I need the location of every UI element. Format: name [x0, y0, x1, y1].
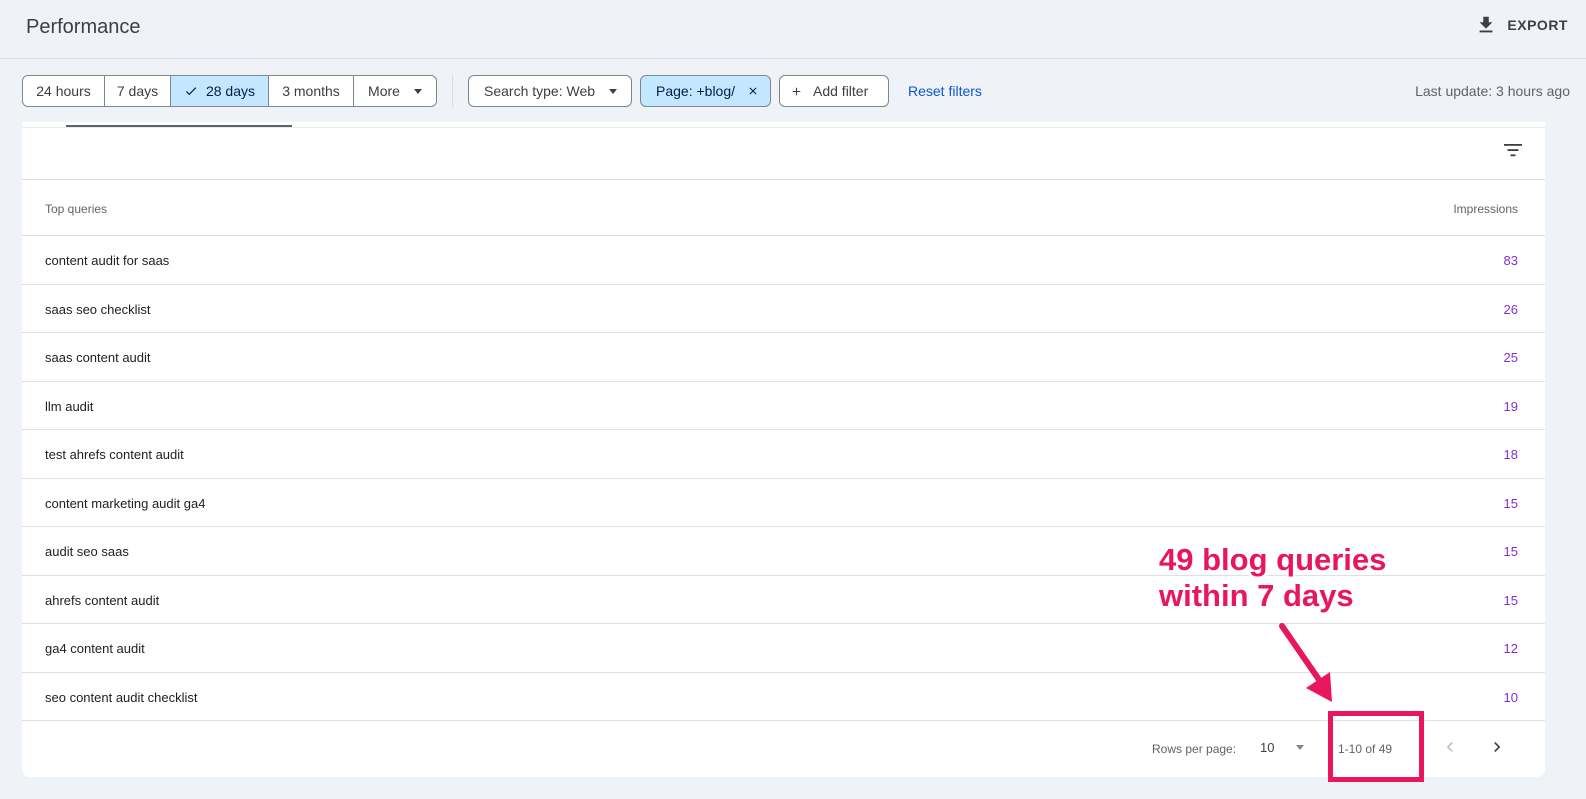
page-title: Performance [26, 16, 141, 38]
table-row[interactable]: saas content audit 25 [22, 333, 1545, 382]
table-header: Top queries Impressions [22, 179, 1545, 236]
plus-icon [792, 87, 801, 95]
query-cell: seo content audit checklist [45, 689, 198, 705]
export-button[interactable]: EXPORT [1475, 14, 1568, 36]
filter-bar: 24 hours 7 days 28 days 3 months More Se… [22, 75, 1570, 107]
query-cell: ga4 content audit [45, 641, 145, 656]
download-icon [1480, 16, 1493, 33]
query-cell: content marketing audit ga4 [45, 495, 206, 511]
filter-rows-icon[interactable] [1503, 142, 1523, 158]
date-option-3-months[interactable]: 3 months [269, 76, 354, 106]
date-range-selector: 24 hours 7 days 28 days 3 months More [22, 75, 437, 107]
impressions-cell: 83 [1503, 253, 1518, 268]
table-row[interactable]: test ahrefs content audit 18 [22, 430, 1545, 479]
date-option-28-days[interactable]: 28 days [171, 76, 269, 106]
annotation-arrow-icon [1279, 623, 1332, 702]
chevron-down-icon [1296, 745, 1305, 750]
top-bar: Performance EXPORT [0, 0, 1586, 59]
date-option-24-hours[interactable]: 24 hours [23, 76, 105, 106]
table-row[interactable]: llm audit 19 [22, 382, 1545, 430]
query-cell: saas content audit [45, 350, 151, 365]
query-cell: saas seo checklist [45, 301, 151, 317]
impressions-cell: 15 [1503, 544, 1518, 559]
impressions-cell: 18 [1503, 447, 1518, 462]
annotation-line-1: 49 blog queries [1159, 542, 1387, 577]
chevron-left-icon[interactable] [1440, 737, 1460, 757]
column-header-impressions[interactable]: Impressions [1453, 202, 1518, 216]
query-cell: audit seo saas [45, 544, 129, 559]
last-update-text: Last update: 3 hours ago [1415, 83, 1570, 99]
annotation-line-2: within 7 days [1159, 578, 1354, 613]
impressions-cell: 19 [1503, 398, 1518, 414]
date-option-7-days[interactable]: 7 days [105, 76, 171, 106]
impressions-cell: 10 [1503, 689, 1518, 705]
query-cell: test ahrefs content audit [45, 447, 184, 462]
table-row[interactable]: content audit for saas 83 [22, 236, 1545, 285]
impressions-cell: 12 [1503, 641, 1518, 656]
annotation-callout: 49 blog queries within 7 days [1159, 542, 1386, 614]
check-icon [185, 87, 197, 96]
rows-per-page-select[interactable]: 10 [1260, 740, 1305, 755]
annotation-highlight-box [1328, 711, 1424, 782]
chevron-down-icon [609, 88, 618, 94]
query-cell: ahrefs content audit [45, 592, 160, 608]
add-filter-button[interactable]: Add filter [779, 75, 889, 107]
divider [452, 75, 453, 107]
reset-filters-link[interactable]: Reset filters [908, 83, 982, 99]
query-cell: content audit for saas [45, 253, 170, 268]
impressions-cell: 15 [1503, 592, 1518, 608]
date-option-more[interactable]: More [354, 76, 436, 106]
search-type-dropdown[interactable]: Search type: Web [468, 75, 632, 107]
query-cell: llm audit [45, 398, 94, 414]
export-label: EXPORT [1507, 17, 1568, 33]
chevron-down-icon [413, 88, 422, 94]
impressions-cell: 26 [1503, 301, 1518, 317]
page-filter-chip[interactable]: Page: +blog/ [640, 75, 771, 107]
close-icon[interactable] [747, 85, 759, 97]
divider [22, 127, 1545, 128]
pagination: Rows per page: 10 1-10 of 49 [22, 720, 1545, 777]
chevron-right-icon[interactable] [1487, 737, 1507, 757]
impressions-cell: 15 [1503, 495, 1518, 511]
rows-per-page-label: Rows per page: [1152, 742, 1237, 756]
column-header-queries[interactable]: Top queries [45, 202, 107, 216]
impressions-cell: 25 [1503, 350, 1518, 365]
table-row[interactable]: content marketing audit ga4 15 [22, 479, 1545, 527]
table-row[interactable]: saas seo checklist 26 [22, 285, 1545, 333]
